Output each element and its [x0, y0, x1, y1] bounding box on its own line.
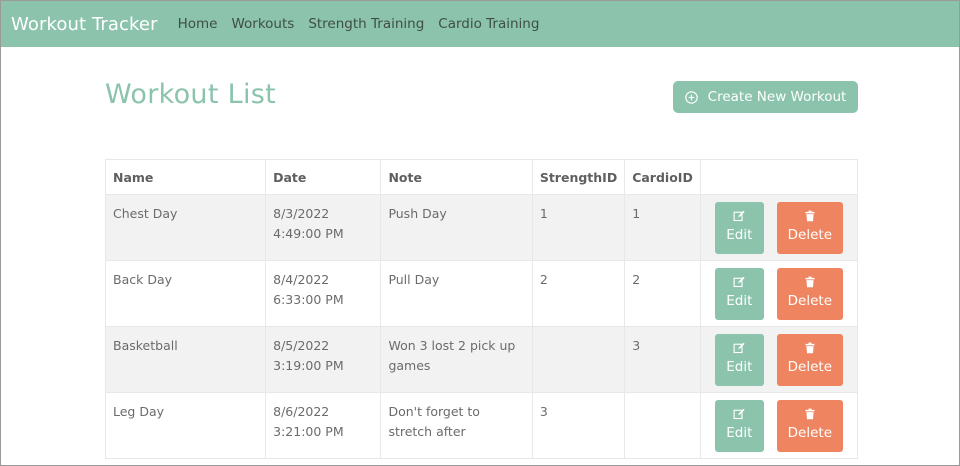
table-row: Basketball 8/5/2022 3:19:00 PM Won 3 los… — [104, 326, 859, 393]
edit-button[interactable]: Edit — [714, 201, 764, 254]
delete-label: Delete — [787, 425, 832, 441]
edit-icon — [733, 408, 745, 420]
delete-label: Delete — [787, 293, 832, 309]
edit-label: Edit — [726, 227, 753, 243]
app-window: Workout Tracker Home Workouts Strength T… — [0, 0, 960, 466]
edit-icon — [733, 276, 745, 288]
edit-button[interactable]: Edit — [714, 399, 764, 452]
table-row: Chest Day 8/3/2022 4:49:00 PM Push Day 1… — [104, 194, 859, 261]
trash-icon — [805, 342, 815, 354]
edit-label: Edit — [726, 359, 753, 375]
header-actions — [699, 159, 859, 195]
cell-date: 8/3/2022 4:49:00 PM — [265, 194, 382, 261]
edit-icon — [733, 210, 745, 222]
nav-link-cardio-training[interactable]: Cardio Training — [438, 16, 539, 32]
cell-cardio-id: 3 — [624, 326, 701, 393]
nav-link-home[interactable]: Home — [178, 16, 218, 32]
cell-actions: Edit Delete — [699, 194, 859, 261]
trash-icon — [805, 408, 815, 420]
cell-strength-id: 2 — [531, 260, 626, 327]
cell-date: 8/6/2022 3:21:00 PM — [265, 392, 382, 459]
cell-strength-id: 1 — [531, 194, 626, 261]
delete-button[interactable]: Delete — [776, 201, 843, 254]
header-name: Name — [104, 159, 267, 195]
cell-date: 8/4/2022 6:33:00 PM — [265, 260, 382, 327]
cell-strength-id — [531, 326, 626, 393]
delete-button[interactable]: Delete — [776, 267, 843, 320]
delete-button[interactable]: Delete — [776, 333, 843, 386]
cell-name: Leg Day — [104, 392, 267, 459]
cell-name: Basketball — [104, 326, 267, 393]
edit-button[interactable]: Edit — [714, 333, 764, 386]
cell-actions: Edit Delete — [699, 326, 859, 393]
header-date: Date — [265, 159, 382, 195]
table-row: Back Day 8/4/2022 6:33:00 PM Pull Day 2 … — [104, 260, 859, 327]
edit-icon — [733, 342, 745, 354]
header-cardio-id: CardioID — [624, 159, 701, 195]
nav-link-strength-training[interactable]: Strength Training — [308, 16, 424, 32]
cell-name: Chest Day — [104, 194, 267, 261]
table-header-row: Name Date Note StrengthID CardioID — [104, 159, 859, 195]
cell-cardio-id: 2 — [624, 260, 701, 327]
cell-date: 8/5/2022 3:19:00 PM — [265, 326, 382, 393]
workout-table: Name Date Note StrengthID CardioID Chest… — [104, 159, 859, 459]
plus-circle-icon — [684, 90, 698, 104]
cell-name: Back Day — [104, 260, 267, 327]
nav-link-workouts[interactable]: Workouts — [231, 16, 294, 32]
delete-button[interactable]: Delete — [776, 399, 843, 452]
delete-label: Delete — [787, 227, 832, 243]
cell-note: Won 3 lost 2 pick up games — [380, 326, 533, 393]
edit-button[interactable]: Edit — [714, 267, 764, 320]
edit-label: Edit — [726, 293, 753, 309]
cell-actions: Edit Delete — [699, 260, 859, 327]
cell-actions: Edit Delete — [699, 392, 859, 459]
delete-label: Delete — [787, 359, 832, 375]
header-strength-id: StrengthID — [531, 159, 626, 195]
cell-note: Don't forget to stretch after — [380, 392, 533, 459]
edit-label: Edit — [726, 425, 753, 441]
create-workout-label: Create New Workout — [707, 89, 847, 105]
navbar: Workout Tracker Home Workouts Strength T… — [1, 1, 959, 47]
brand-link[interactable]: Workout Tracker — [11, 14, 158, 35]
trash-icon — [805, 276, 815, 288]
header-note: Note — [380, 159, 533, 195]
cell-cardio-id: 1 — [624, 194, 701, 261]
cell-note: Push Day — [380, 194, 533, 261]
table-row: Leg Day 8/6/2022 3:21:00 PM Don't forget… — [104, 392, 859, 459]
cell-strength-id: 3 — [531, 392, 626, 459]
page-title: Workout List — [105, 79, 277, 110]
cell-cardio-id — [624, 392, 701, 459]
trash-icon — [805, 210, 815, 222]
create-workout-button[interactable]: Create New Workout — [673, 81, 858, 113]
cell-note: Pull Day — [380, 260, 533, 327]
